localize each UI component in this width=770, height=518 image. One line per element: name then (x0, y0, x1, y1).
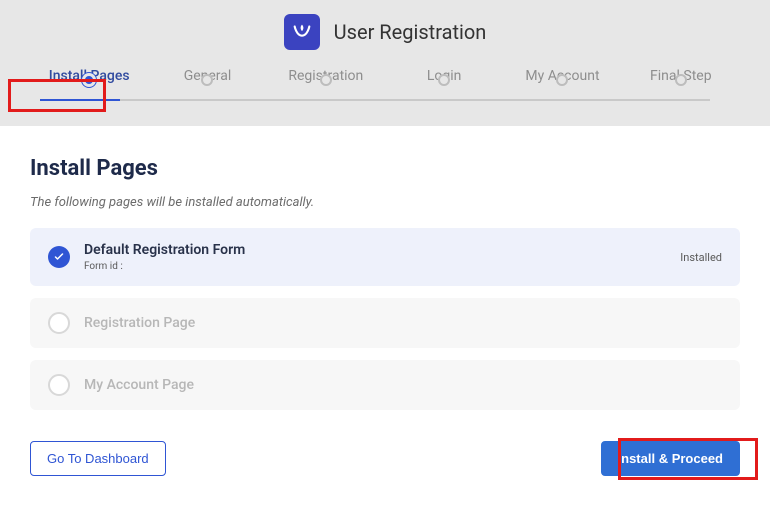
install-item-title: Default Registration Form (84, 242, 666, 258)
annotation-highlight-install-pages (8, 79, 106, 112)
check-icon (48, 374, 70, 396)
check-icon (48, 246, 70, 268)
brand: User Registration (0, 14, 770, 68)
step-dot-icon (556, 74, 568, 86)
install-item-my-account-page: My Account Page (30, 360, 740, 410)
install-item-registration-page: Registration Page (30, 298, 740, 348)
go-to-dashboard-button[interactable]: Go To Dashboard (30, 441, 166, 476)
install-item-sub: Form id : (84, 261, 666, 272)
step-dot-icon (201, 74, 213, 86)
wizard-stepper: Install Pages General Registration Login… (0, 68, 770, 126)
step-dot-icon (320, 74, 332, 86)
install-item-title: My Account Page (84, 377, 722, 393)
brand-logo-icon (284, 14, 320, 50)
install-item-status: Installed (680, 251, 722, 264)
step-my-account[interactable]: My Account (503, 68, 621, 106)
step-login[interactable]: Login (385, 68, 503, 106)
check-icon (48, 312, 70, 334)
step-final[interactable]: Final Step (622, 68, 740, 106)
install-item-title: Registration Page (84, 315, 722, 331)
step-general[interactable]: General (148, 68, 266, 106)
step-dot-icon (438, 74, 450, 86)
install-item-default-registration-form: Default Registration Form Form id : Inst… (30, 228, 740, 286)
page-title: Install Pages (30, 156, 740, 181)
step-dot-icon (675, 74, 687, 86)
brand-title: User Registration (334, 20, 487, 44)
page-subtitle: The following pages will be installed au… (30, 195, 740, 210)
main-content: Install Pages The following pages will b… (0, 126, 770, 410)
annotation-highlight-install-proceed (618, 438, 758, 480)
step-registration[interactable]: Registration (267, 68, 385, 106)
